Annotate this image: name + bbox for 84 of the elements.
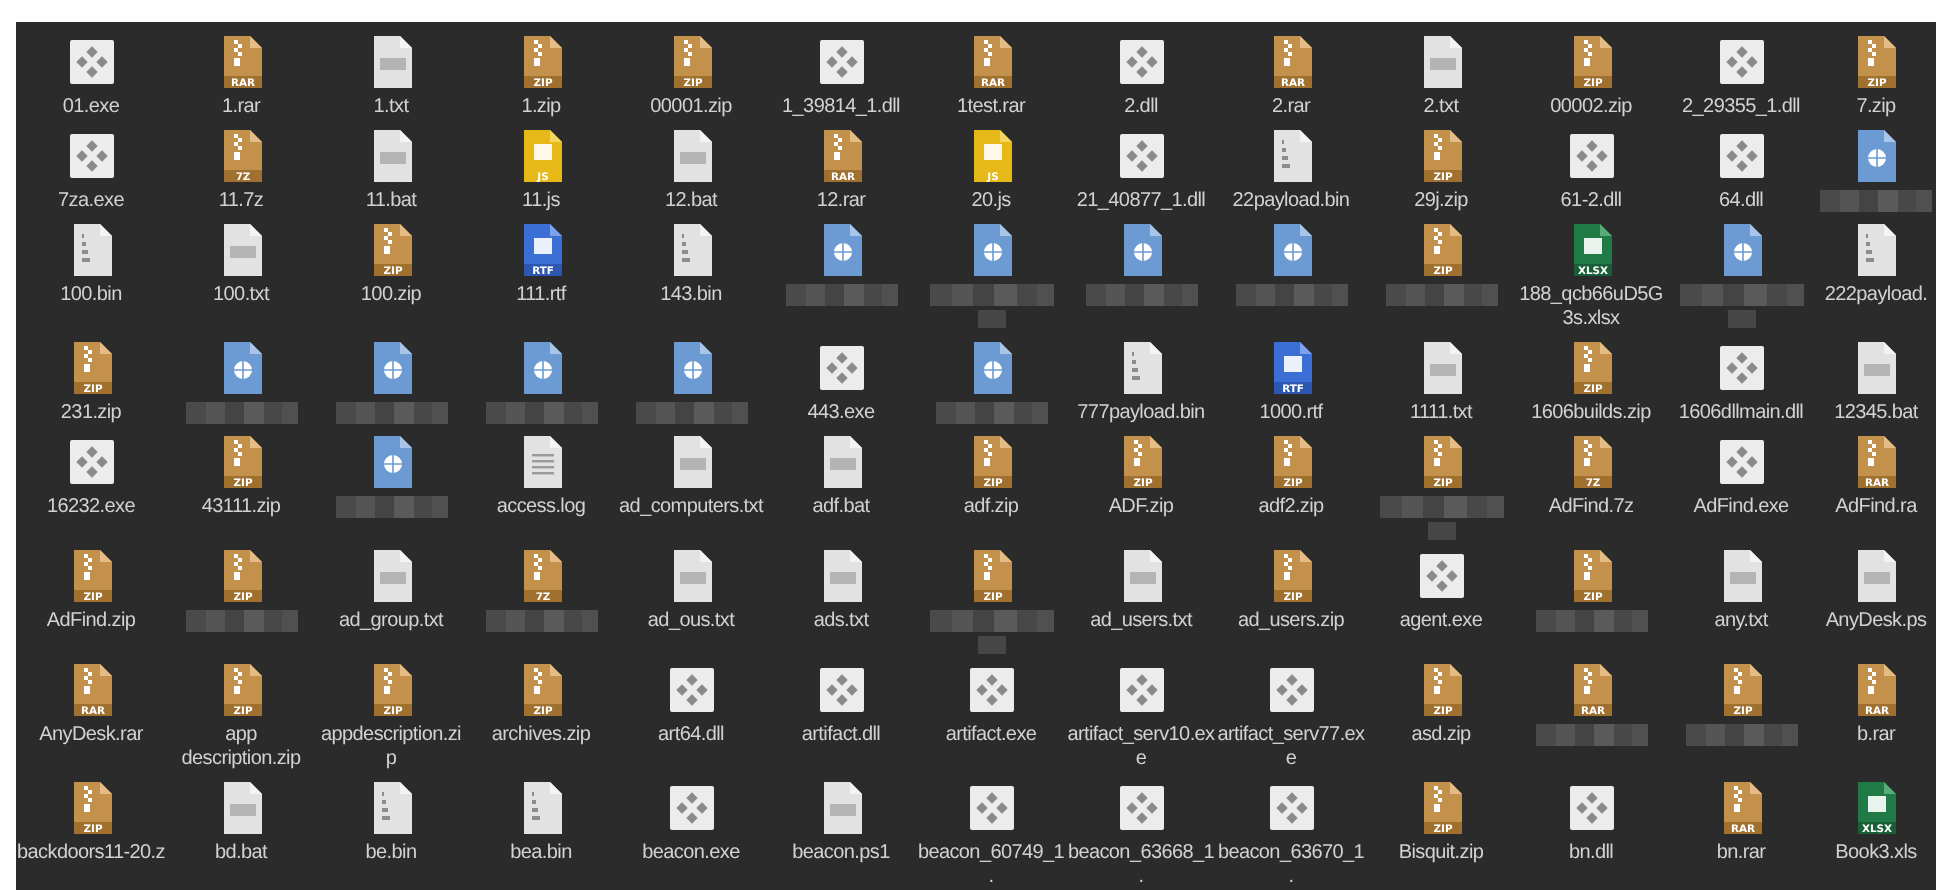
file-name: artifact_serv77.exe [1216, 724, 1366, 772]
file-name: b.rar [1856, 724, 1896, 748]
file-name: AnyDesk.ps [1825, 610, 1927, 634]
file-name: AnyDesk.rar [39, 724, 143, 748]
file-name: 222payload. [1824, 284, 1928, 308]
file-name: ad_group.txt [339, 610, 443, 634]
file-name: beacon_63668_1. [1066, 842, 1216, 890]
file-name: 22payload.bin [1232, 190, 1350, 214]
file-name: beacon.exe [642, 842, 740, 866]
file-name: 21_40877_1.dll [1076, 190, 1206, 214]
file-name: appdescription.zip [319, 724, 463, 772]
file-name: asd.zip [1411, 724, 1471, 748]
file-name: 100.txt [213, 284, 269, 308]
file-name: bea.bin [510, 842, 572, 866]
file-name: AdFind.zip [46, 610, 136, 634]
file-name: ads.txt [813, 610, 869, 634]
file-name: 11.js [522, 190, 560, 214]
file-name: 100.bin [60, 284, 122, 308]
file-name: 100.zip [360, 284, 422, 308]
file-name: AdFind.7z [1548, 496, 1634, 520]
file-name: beacon_60749_1. [916, 842, 1066, 890]
file-name: adf.bat [812, 496, 870, 520]
file-name: 2.rar [1271, 96, 1311, 120]
file-name: be.bin [365, 842, 417, 866]
file-name: artifact.exe [945, 724, 1037, 748]
file-name: 111.rtf [516, 284, 566, 308]
file-name: 2.txt [1423, 96, 1459, 120]
file-name: 64.dll [1718, 190, 1764, 214]
file-name: bn.dll [1568, 842, 1614, 866]
file-name: 1_39814_1.dll [782, 96, 900, 120]
file-name: beacon.ps1 [792, 842, 890, 866]
file-name: art64.dll [658, 724, 724, 748]
file-name: 7.zip [1856, 96, 1896, 120]
file-name: 1.txt [373, 96, 409, 120]
file-name: ad_computers.txt [619, 496, 763, 520]
file-name: beacon_63670_1. [1216, 842, 1366, 890]
file-name: AdFind.ra [1835, 496, 1917, 520]
file-name: Bisquit.zip [1398, 842, 1484, 866]
file-name: bd.bat [214, 842, 267, 866]
file-name: access.log [496, 496, 586, 520]
file-name: 01.exe [62, 96, 120, 120]
file-name: 188_qcb66uD5G3s.xlsx [1517, 284, 1665, 332]
file-name: 1606dllmain.dll [1678, 402, 1804, 426]
file-name: ad_users.txt [1090, 610, 1192, 634]
file-name: 20.js [971, 190, 1011, 214]
file-name: AdFind.exe [1693, 496, 1789, 520]
file-name: backdoors11-20.z [17, 842, 165, 866]
file-name: 16232.exe [46, 496, 135, 520]
file-name: 00002.zip [1550, 96, 1632, 120]
file-name: ad_users.zip [1237, 610, 1345, 634]
file-name: app description.zip [179, 724, 303, 772]
file-name: 2_29355_1.dll [1682, 96, 1800, 120]
file-name: 777payload.bin [1077, 402, 1205, 426]
file-name: agent.exe [1399, 610, 1483, 634]
file-name: archives.zip [491, 724, 591, 748]
file-name: 11.bat [365, 190, 417, 214]
file-name: ADF.zip [1108, 496, 1174, 520]
file-name: 1.zip [521, 96, 561, 120]
file-name: Book3.xls [1835, 842, 1917, 866]
file-name: adf2.zip [1258, 496, 1324, 520]
file-name: 61-2.dll [1560, 190, 1622, 214]
file-name: 1606builds.zip [1531, 402, 1651, 426]
file-name: 12.rar [816, 190, 866, 214]
file-name: artifact.dll [801, 724, 881, 748]
file-name: 43111.zip [201, 496, 281, 520]
file-name: ad_ous.txt [647, 610, 735, 634]
file-name: 1000.rtf [1259, 402, 1323, 426]
file-name: 12.bat [664, 190, 717, 214]
file-name: 1111.txt [1410, 402, 1472, 426]
file-name: 143.bin [660, 284, 722, 308]
file-name: artifact_serv10.exe [1066, 724, 1216, 772]
file-name: bn.rar [1716, 842, 1766, 866]
file-name: 12345.bat [1834, 402, 1918, 426]
file-name: 00001.zip [650, 96, 732, 120]
file-name: 7za.exe [58, 190, 124, 214]
file-name: 29j.zip [1414, 190, 1468, 214]
file-name: adf.zip [963, 496, 1019, 520]
file-name: 231.zip [60, 402, 122, 426]
file-name: 2.dll [1124, 96, 1158, 120]
file-name: 1test.rar [957, 96, 1025, 120]
file-name: any.txt [1714, 610, 1768, 634]
file-name: 11.7z [218, 190, 264, 214]
file-name: 443.exe [807, 402, 875, 426]
file-name: 1.rar [221, 96, 261, 120]
